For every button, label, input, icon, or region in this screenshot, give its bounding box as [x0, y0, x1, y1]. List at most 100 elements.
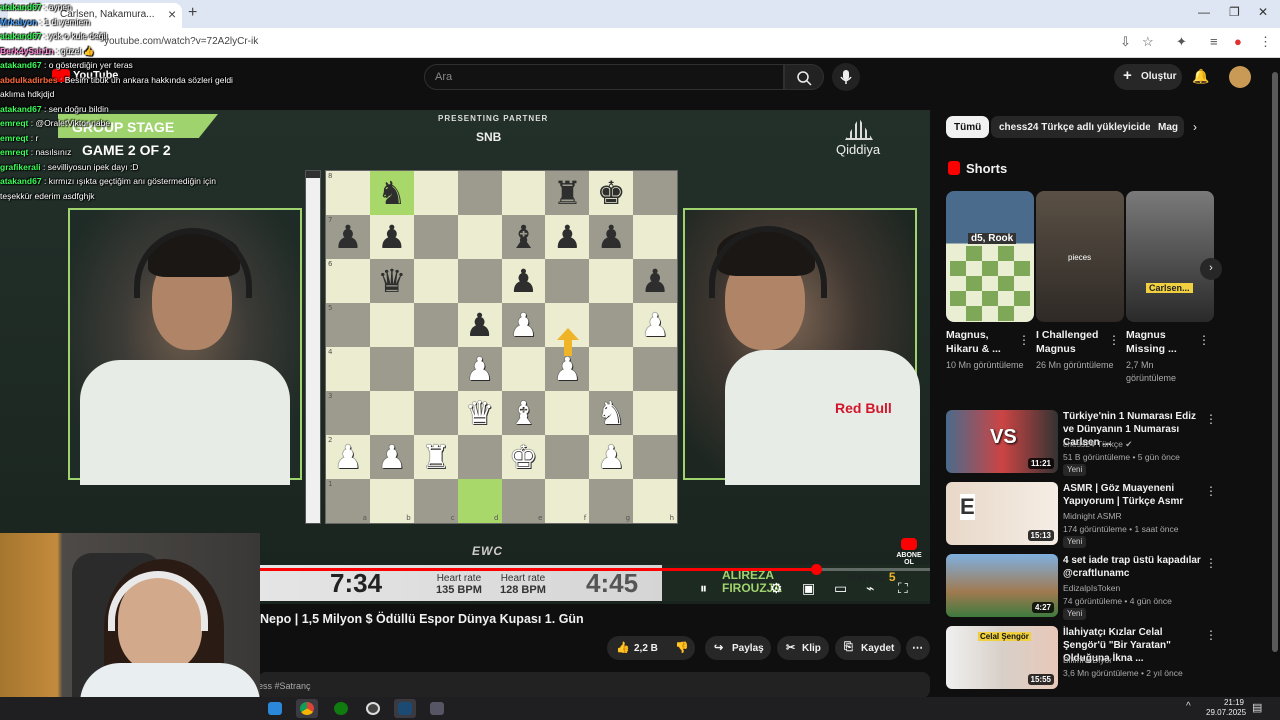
screen: Carlsen, Nakamura... × + — ❐ ✕ youtube.c… — [0, 0, 1280, 720]
rec-1-duration: 11:21 — [1027, 458, 1054, 469]
rec-4-thumbnail[interactable]: Celal Şengör 15:55 — [946, 626, 1058, 689]
short-1-title[interactable]: Magnus, Hikaru & ... — [946, 328, 1022, 356]
rec-3-thumbnail[interactable]: 4:27 — [946, 554, 1058, 617]
short-1-menu-icon[interactable]: ⋮ — [1018, 333, 1030, 347]
rec-2-menu-icon[interactable]: ⋮ — [1205, 484, 1217, 498]
mini-board-square — [950, 276, 966, 291]
board-square: g — [589, 479, 634, 523]
bookmark-star-icon[interactable]: ☆ — [1142, 34, 1154, 50]
subscribe-overlay[interactable]: ABONE OL — [896, 538, 922, 566]
shorts-next-button[interactable]: › — [1200, 258, 1222, 280]
share-button[interactable]: ↪ Paylaş — [705, 636, 771, 660]
taskbar-explorer[interactable] — [264, 699, 286, 718]
chat-message: emreqt : nasılsınız — [0, 145, 262, 160]
taskbar-app[interactable] — [426, 699, 448, 718]
create-label: Oluştur — [1141, 71, 1177, 82]
chip-uploader[interactable]: chess24 Türkçe adlı yükleyiciden — [991, 116, 1165, 138]
chip-all[interactable]: Tümü — [946, 116, 990, 138]
board-square: ♟ — [369, 215, 414, 259]
chip-mag[interactable]: Mag — [1150, 116, 1184, 138]
pause-icon[interactable]: ⏸ — [700, 580, 707, 597]
progress-fill — [260, 568, 817, 571]
dislike-icon[interactable]: 👎 — [675, 641, 689, 654]
fullscreen-icon[interactable]: ⛶ — [898, 580, 908, 597]
short-2-menu-icon[interactable]: ⋮ — [1108, 333, 1120, 347]
taskbar-steam[interactable] — [394, 699, 416, 718]
rec-2-title[interactable]: ASMR | Göz Muayeneni Yapıyorum | Türkçe … — [1063, 482, 1203, 508]
create-button[interactable]: + Oluştur — [1114, 64, 1182, 90]
media-icon[interactable]: ≡ — [1210, 34, 1218, 49]
chat-username: grafikerali — [0, 161, 41, 172]
restore-icon[interactable]: ❐ — [1229, 5, 1240, 19]
cast-icon[interactable]: ⌁ — [866, 580, 874, 597]
heart-rate-right-value: 128 BPM — [500, 584, 546, 596]
profile-icon[interactable]: ● — [1234, 34, 1242, 49]
close-window-icon[interactable]: ✕ — [1258, 5, 1268, 19]
save-button[interactable]: ⎘ Kaydet — [835, 636, 901, 660]
voice-search-button[interactable] — [832, 63, 860, 91]
board-square — [413, 259, 458, 303]
chat-message: atakand67 : yok o kule değil — [0, 29, 262, 44]
extensions-icon[interactable]: ✦ — [1176, 34, 1187, 50]
theater-mode-icon[interactable]: ▭ — [834, 580, 847, 597]
short-2-title[interactable]: I Challenged Magnus — [1036, 328, 1112, 356]
search-button[interactable] — [784, 64, 824, 90]
install-icon[interactable]: ⇩ — [1120, 34, 1131, 50]
tray-chevron-icon[interactable]: ^ — [1186, 701, 1191, 712]
board-square: ♟ — [457, 303, 502, 347]
menu-dots-icon[interactable]: ⋮ — [1259, 34, 1272, 50]
short-thumb-1[interactable]: d5, Rook — [946, 191, 1034, 322]
rec-2-thumbnail[interactable]: E 15:13 — [946, 482, 1058, 545]
mini-board-square — [966, 306, 982, 321]
notifications-bell-icon[interactable]: 🔔 — [1192, 68, 1209, 85]
white-queen-icon: ♛ — [465, 394, 494, 432]
bookmark-icon: ⎘ — [844, 641, 853, 653]
white-pawn-icon: ♟ — [465, 350, 494, 388]
mini-board-square — [1014, 291, 1030, 306]
miniplayer-icon[interactable]: ▣ — [802, 580, 815, 597]
video-progress-bar[interactable] — [260, 564, 930, 575]
board-square — [589, 259, 634, 303]
taskbar-clock[interactable]: 21:19 29.07.2025 — [1206, 698, 1246, 718]
settings-gear-icon[interactable]: ⚙ — [770, 580, 783, 597]
board-square — [633, 391, 677, 435]
rec-1-channel[interactable]: chess24 Türkçe ✔ — [1063, 439, 1132, 450]
more-actions-button[interactable]: ⋯ — [906, 636, 930, 660]
heart-rate-right: Heart rate 128 BPM — [500, 573, 546, 596]
short-thumb-3[interactable]: Carlsen... — [1126, 191, 1214, 322]
taskbar-xbox[interactable] — [330, 699, 352, 718]
rec-1-thumbnail[interactable]: VS 11:21 — [946, 410, 1058, 473]
taskbar-obs[interactable] — [362, 699, 384, 718]
chips-next-icon[interactable]: › — [1193, 120, 1197, 134]
rec-4-menu-icon[interactable]: ⋮ — [1205, 628, 1217, 642]
board-square — [545, 259, 590, 303]
description-box[interactable] — [258, 672, 930, 698]
player-right-camera: Red Bull — [683, 208, 920, 485]
minimize-icon[interactable]: — — [1198, 5, 1210, 19]
short-3-menu-icon[interactable]: ⋮ — [1198, 333, 1210, 347]
rec-4-channel[interactable]: BilimNeDiyor — [1063, 655, 1112, 665]
search-input[interactable]: Ara — [424, 64, 784, 90]
rec-3-title[interactable]: 4 set iade trap üstü kapadılar @craftlun… — [1063, 554, 1203, 580]
mini-board-square — [1014, 306, 1030, 321]
chat-username: emreqt — [0, 147, 29, 157]
like-icon[interactable]: 👍 — [616, 641, 630, 654]
short-thumb-2[interactable]: pieces — [1036, 191, 1124, 322]
board-square: b — [369, 479, 414, 523]
rec-2-channel[interactable]: Midnight ASMR — [1063, 511, 1122, 521]
notification-center-icon[interactable]: ▤ — [1252, 701, 1262, 714]
clip-button[interactable]: ✂ Klip — [777, 636, 829, 660]
rec-3-channel[interactable]: EdizalpIsToken — [1063, 583, 1120, 593]
rec-4-thumb-text: Celal Şengör — [978, 632, 1031, 641]
rec-3-menu-icon[interactable]: ⋮ — [1205, 556, 1217, 570]
scrollbar-thumb[interactable] — [1272, 72, 1278, 652]
rec-1-menu-icon[interactable]: ⋮ — [1205, 412, 1217, 426]
page-scrollbar[interactable] — [1270, 58, 1280, 698]
mini-board-square — [982, 261, 998, 276]
board-square: 3 — [326, 391, 370, 435]
taskbar-chrome[interactable] — [296, 699, 318, 718]
board-square: ♟ — [589, 215, 634, 259]
short-3-title[interactable]: Magnus Missing ... — [1126, 328, 1202, 356]
like-count[interactable]: 2,2 B — [634, 643, 658, 654]
account-avatar[interactable] — [1229, 66, 1251, 88]
